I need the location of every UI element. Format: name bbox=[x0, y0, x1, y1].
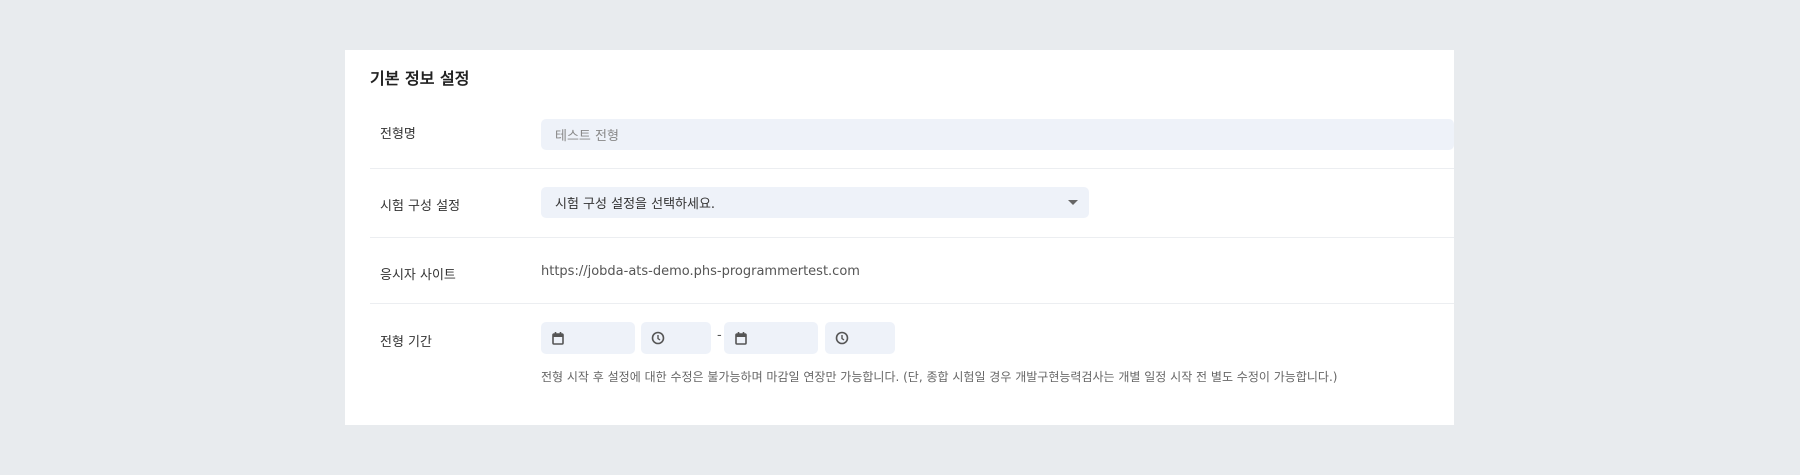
calendar-icon bbox=[735, 332, 747, 345]
exam-config-placeholder: 시험 구성 설정을 선택하세요. bbox=[555, 197, 716, 212]
calendar-icon bbox=[552, 332, 564, 345]
period-separator: - bbox=[717, 328, 722, 343]
section-title: 기본 정보 설정 bbox=[370, 69, 470, 88]
clock-icon bbox=[835, 331, 849, 345]
end-time-input[interactable] bbox=[825, 322, 895, 354]
exam-config-select[interactable]: 시험 구성 설정을 선택하세요. bbox=[541, 187, 1089, 218]
basic-info-card: 기본 정보 설정 전형명 시험 구성 설정 응시자 사이트 전형 기간 테스트 … bbox=[345, 50, 1454, 425]
row-site: 응시자 사이트 bbox=[370, 238, 1454, 304]
end-date-input[interactable] bbox=[724, 322, 818, 354]
start-time-input[interactable] bbox=[641, 322, 711, 354]
period-help-text: 전형 시작 후 설정에 대한 수정은 불가능하며 마감일 연장만 가능합니다. … bbox=[541, 370, 1338, 384]
start-date-input[interactable] bbox=[541, 322, 635, 354]
exam-config-label: 시험 구성 설정 bbox=[380, 199, 461, 214]
chevron-down-icon bbox=[1068, 200, 1078, 205]
clock-icon bbox=[651, 331, 665, 345]
site-label: 응시자 사이트 bbox=[380, 268, 456, 283]
name-input[interactable]: 테스트 전형 bbox=[541, 119, 1454, 150]
applicant-site-url[interactable]: https://jobda-ats-demo.phs-programmertes… bbox=[541, 264, 860, 279]
name-label: 전형명 bbox=[380, 127, 416, 142]
period-label: 전형 기간 bbox=[380, 335, 432, 350]
